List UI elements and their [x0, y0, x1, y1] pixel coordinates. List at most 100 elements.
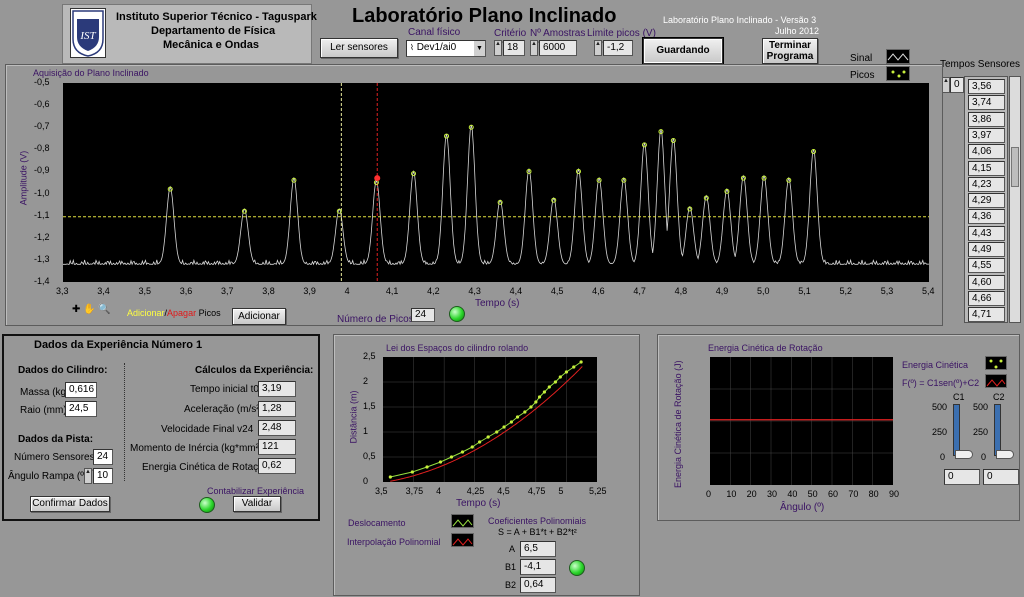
x-tick-label: 4,5	[550, 286, 564, 296]
criterion-label: Critério	[494, 28, 527, 39]
c2-slider[interactable]	[994, 404, 1001, 456]
peak-limit-spinner[interactable]: ▲▼	[594, 40, 607, 56]
x-tick-label: 80	[868, 489, 879, 499]
peak-limit-field[interactable]: -1,2	[603, 40, 633, 56]
x-tick-label: 3,8	[262, 286, 275, 296]
c1-tick-250: 250	[932, 427, 948, 437]
y-tick-label: -0,8	[34, 143, 50, 154]
zoom-tools[interactable]: ✚ ✋ 🔍	[72, 304, 111, 315]
c2-tick-500: 500	[973, 402, 989, 412]
npeaks-led	[449, 306, 465, 322]
read-sensors-button[interactable]: Ler sensores	[320, 38, 398, 58]
calc-title: Cálculos da Experiência:	[195, 365, 314, 376]
data-point	[388, 475, 392, 479]
y-tick-label: -1,2	[34, 231, 50, 242]
x-tick-label: 5,1	[798, 286, 811, 296]
spaces-xlabel: Tempo (s)	[456, 498, 501, 509]
validate-button[interactable]: Validar	[233, 496, 281, 512]
inertia-label: Momento de Inércia (kg*mm²)	[130, 443, 263, 454]
x-tick-label: 4	[436, 486, 442, 496]
sensor-time-item: 4,06	[968, 144, 1005, 160]
data-point	[547, 385, 551, 389]
angle-spinner[interactable]: ▲▼	[84, 468, 97, 484]
fit-legend-swatch	[985, 374, 1007, 388]
x-tick-label: 3,9	[303, 286, 316, 296]
ist-logo: IST	[70, 8, 106, 58]
data-point	[553, 380, 558, 384]
acquisition-plot[interactable]	[63, 83, 929, 282]
sensor-time-item: 4,36	[968, 209, 1005, 225]
spaces-title: Lei dos Espaços do cilindro rolando	[386, 343, 529, 353]
npeaks-field: 24	[411, 308, 435, 322]
x-tick-label: 0	[706, 489, 712, 499]
data-point	[438, 460, 443, 464]
y-tick-label: 0,5	[363, 451, 376, 461]
x-tick-label: 4	[344, 286, 350, 296]
x-tick-label: 4,3	[468, 286, 481, 296]
coef-led	[569, 560, 585, 576]
sensor-time-item: 4,49	[968, 242, 1005, 257]
samples-label: Nº Amostras	[530, 28, 586, 39]
c2-tick-0: 0	[981, 452, 987, 462]
count-experiment-led	[199, 497, 215, 513]
nsensors-label: Número Sensores	[14, 452, 95, 463]
x-tick-label: 70	[848, 489, 859, 499]
c1-slider[interactable]	[953, 404, 960, 456]
data-point	[558, 375, 562, 379]
fit-legend-label: F(º) = C1sen(º)+C2	[902, 378, 980, 388]
sensor-index-field[interactable]: 0	[950, 77, 964, 93]
mass-field[interactable]: 0,616	[65, 382, 97, 398]
energy-plot[interactable]	[710, 357, 893, 485]
sensor-time-item: 4,71	[968, 307, 1005, 323]
c1-slider-thumb[interactable]	[955, 450, 973, 459]
nsensors-field[interactable]: 24	[93, 449, 113, 465]
x-tick-label: 3,75	[405, 486, 424, 496]
zoom-icon[interactable]: 🔍	[98, 304, 110, 315]
pan-hand-icon[interactable]: ✋	[83, 304, 95, 315]
x-tick-label: 4,1	[385, 286, 399, 296]
sensor-times-scrollbar[interactable]	[1009, 76, 1021, 323]
ekr-label: Energia Cinética de Rotação	[142, 462, 270, 473]
criterion-field[interactable]: 18	[503, 40, 525, 56]
npeaks-label: Número de Picos	[337, 314, 414, 325]
terminate-button[interactable]: Terminar Programa	[762, 38, 818, 64]
coef-title: Coeficientes Polinomiais	[488, 516, 587, 526]
data-point	[470, 445, 474, 449]
x-tick-label: 5,2	[839, 286, 853, 296]
x-tick-label: 30	[767, 489, 778, 499]
chevron-down-icon[interactable]: ▼	[474, 41, 485, 56]
x-tick-label: 5,4	[922, 286, 935, 296]
data-point	[572, 365, 576, 369]
add-peak-button[interactable]: Adicionar	[232, 308, 286, 325]
add-word: Adicionar	[127, 308, 165, 318]
criterion-spinner[interactable]: ▲▼	[494, 40, 507, 56]
delete-word: Apagar	[167, 308, 197, 318]
crosshair-icon[interactable]: ✚	[72, 304, 80, 315]
samples-field[interactable]: 6000	[539, 40, 577, 56]
confirm-data-button[interactable]: Confirmar Dados	[30, 496, 110, 512]
x-tick-label: 4,9	[715, 286, 729, 296]
samples-spinner[interactable]: ▲▼	[530, 40, 543, 56]
data-point	[410, 470, 414, 474]
mass-label: Massa (kg)	[20, 387, 70, 398]
sensor-index-spinner[interactable]: ▲▼	[942, 77, 955, 93]
c2-slider-thumb[interactable]	[996, 450, 1014, 459]
y-tick-label: 2	[363, 376, 369, 386]
energy-xlabel: Ângulo (º)	[780, 502, 825, 513]
y-tick-label: -1,1	[34, 209, 50, 220]
spaces-plot[interactable]	[383, 357, 597, 482]
radius-field[interactable]: 24,5	[65, 401, 97, 417]
add-delete-peaks-label: Adicionar/Apagar Picos	[127, 308, 221, 318]
peaks-word: Picos	[196, 308, 221, 318]
c1-field[interactable]: 0	[944, 469, 980, 485]
sensor-time-item: 4,66	[968, 290, 1005, 306]
data-point	[449, 455, 454, 459]
data-point	[425, 465, 429, 469]
count-experiment-label: Contabilizar Experiência	[207, 486, 305, 496]
app-title: Laboratório Plano Inclinado	[352, 5, 617, 27]
c2-field[interactable]: 0	[983, 469, 1019, 485]
angle-field[interactable]: 10	[93, 468, 113, 484]
track-title: Dados da Pista:	[18, 434, 94, 445]
x-tick-label: 40	[787, 489, 798, 499]
saving-button[interactable]: Guardando	[643, 38, 723, 64]
